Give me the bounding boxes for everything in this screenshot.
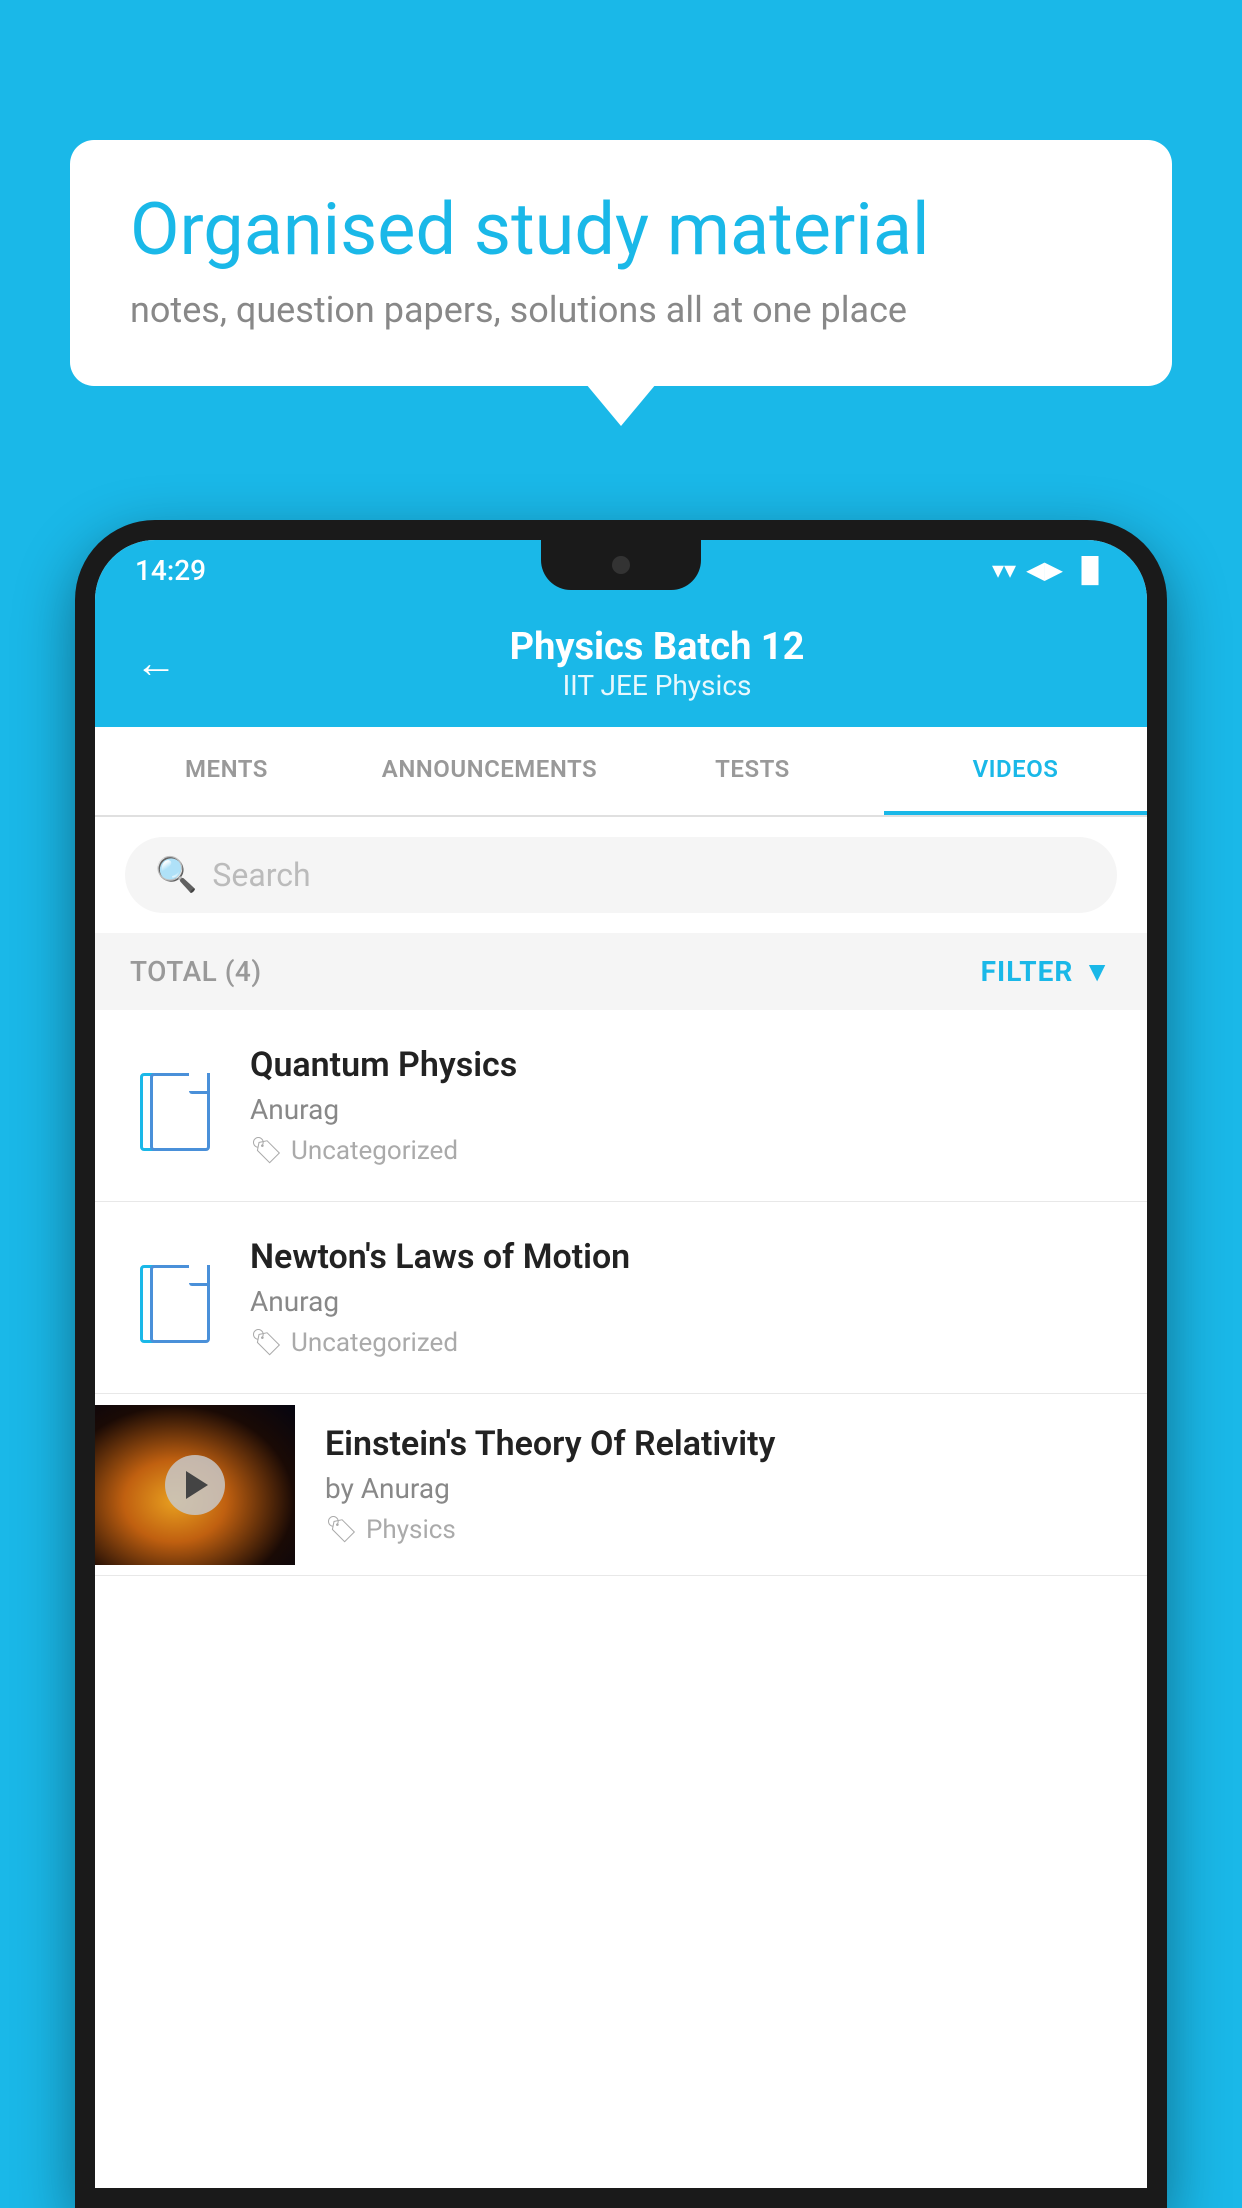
video-author: Anurag — [250, 1093, 1112, 1126]
battery-icon: ▐▌ — [1073, 556, 1107, 585]
filter-label: FILTER — [981, 955, 1074, 988]
video-info: Newton's Laws of Motion Anurag 🏷 Uncateg… — [250, 1237, 1112, 1358]
search-placeholder: Search — [212, 856, 310, 894]
video-thumbnail — [95, 1405, 295, 1565]
search-bar[interactable]: 🔍 Search — [125, 837, 1117, 913]
search-container: 🔍 Search — [95, 817, 1147, 933]
thumbnail-bg — [95, 1405, 295, 1565]
tag-label: Uncategorized — [291, 1136, 458, 1166]
list-item[interactable]: Quantum Physics Anurag 🏷 Uncategorized — [95, 1010, 1147, 1202]
tag-icon: 🏷 — [250, 1136, 283, 1166]
camera — [612, 556, 630, 574]
list-item[interactable]: Einstein's Theory Of Relativity by Anura… — [95, 1394, 1147, 1576]
play-button[interactable] — [165, 1455, 225, 1515]
video-author: Anurag — [250, 1285, 1112, 1318]
app-header: ← Physics Batch 12 IIT JEE Physics — [95, 600, 1147, 727]
file-icon-wrap — [130, 1243, 220, 1353]
wifi-icon: ▾▾ — [992, 556, 1016, 584]
tag-icon: 🏷 — [325, 1515, 358, 1545]
speech-bubble-headline: Organised study material — [130, 190, 1112, 269]
tab-announcements[interactable]: ANNOUNCEMENTS — [358, 727, 621, 815]
play-icon — [186, 1471, 208, 1499]
video-title: Quantum Physics — [250, 1045, 1112, 1085]
video-info: Quantum Physics Anurag 🏷 Uncategorized — [250, 1045, 1112, 1166]
list-item[interactable]: Newton's Laws of Motion Anurag 🏷 Uncateg… — [95, 1202, 1147, 1394]
tab-videos[interactable]: VIDEOS — [884, 727, 1147, 815]
status-icons: ▾▾ ◀▶ ▐▌ — [992, 556, 1107, 585]
video-author: by Anurag — [325, 1472, 1112, 1505]
signal-icon: ◀▶ — [1026, 556, 1063, 584]
file-icon-front — [150, 1073, 210, 1151]
batch-subtitle: IIT JEE Physics — [207, 669, 1107, 702]
speech-bubble-container: Organised study material notes, question… — [70, 140, 1172, 386]
notch — [541, 540, 701, 590]
filter-row: TOTAL (4) FILTER ▼ — [95, 933, 1147, 1010]
back-button[interactable]: ← — [135, 639, 177, 688]
header-title-block: Physics Batch 12 IIT JEE Physics — [207, 625, 1107, 702]
video-title: Newton's Laws of Motion — [250, 1237, 1112, 1277]
total-count: TOTAL (4) — [130, 955, 262, 988]
batch-title: Physics Batch 12 — [207, 625, 1107, 669]
tabs-bar: MENTS ANNOUNCEMENTS TESTS VIDEOS — [95, 727, 1147, 817]
search-icon: 🔍 — [155, 855, 197, 895]
video-title: Einstein's Theory Of Relativity — [325, 1424, 1112, 1464]
file-icon — [140, 1061, 210, 1151]
status-bar: 14:29 ▾▾ ◀▶ ▐▌ — [95, 540, 1147, 600]
tag-icon: 🏷 — [250, 1328, 283, 1358]
phone-inner: 14:29 ▾▾ ◀▶ ▐▌ ← Physics Batch 12 IIT JE… — [95, 540, 1147, 2188]
phone-frame: 14:29 ▾▾ ◀▶ ▐▌ ← Physics Batch 12 IIT JE… — [75, 520, 1167, 2208]
file-icon-front — [150, 1265, 210, 1343]
filter-button[interactable]: FILTER ▼ — [981, 955, 1112, 988]
file-icon — [140, 1253, 210, 1343]
tab-documents[interactable]: MENTS — [95, 727, 358, 815]
tag-label: Uncategorized — [291, 1328, 458, 1358]
speech-bubble: Organised study material notes, question… — [70, 140, 1172, 386]
tag-label: Physics — [366, 1515, 456, 1545]
speech-bubble-subtext: notes, question papers, solutions all at… — [130, 289, 1112, 331]
video-list: Quantum Physics Anurag 🏷 Uncategorized — [95, 1010, 1147, 1576]
video-tag: 🏷 Physics — [325, 1515, 1112, 1545]
status-time: 14:29 — [135, 554, 206, 587]
filter-icon: ▼ — [1083, 955, 1112, 988]
file-icon-wrap — [130, 1051, 220, 1161]
video-tag: 🏷 Uncategorized — [250, 1136, 1112, 1166]
tab-tests[interactable]: TESTS — [621, 727, 884, 815]
video-tag: 🏷 Uncategorized — [250, 1328, 1112, 1358]
video-info: Einstein's Theory Of Relativity by Anura… — [325, 1394, 1112, 1575]
